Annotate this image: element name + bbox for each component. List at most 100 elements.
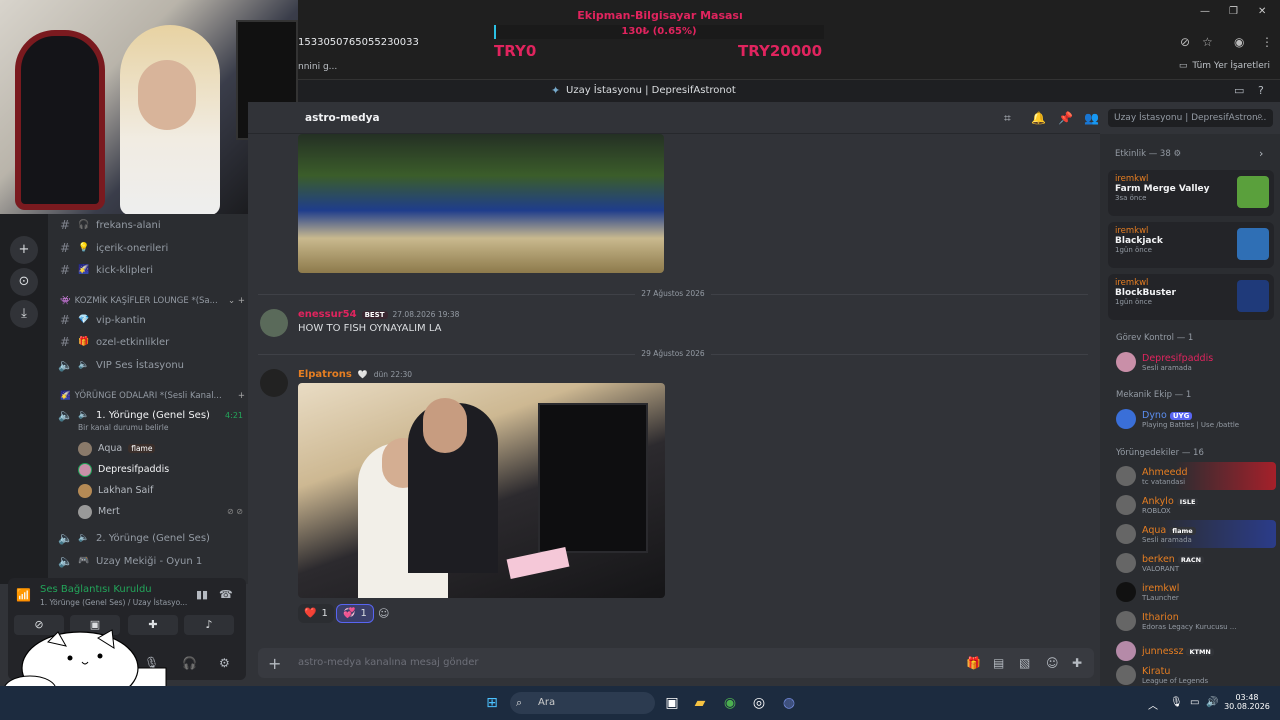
member-row[interactable]: iremkwl TLauncher (1108, 578, 1276, 606)
avatar (78, 483, 92, 498)
message-author[interactable]: Elpatrons (298, 369, 352, 380)
avatar[interactable] (260, 369, 288, 397)
help-icon[interactable]: ? (1258, 84, 1264, 97)
avatar (1116, 665, 1136, 685)
tray-mic-icon[interactable]: 🎙 (1170, 697, 1183, 708)
message-input[interactable]: astro-medya kanalına mesaj gönder (298, 657, 479, 668)
voice-channel-active[interactable]: 🔈 🔈 1. Yörünge (Genel Ses) 4:21 (58, 405, 243, 425)
restore-icon[interactable]: ❐ (1229, 6, 1238, 17)
noise-suppression-icon[interactable]: ▮▮ (196, 588, 208, 601)
voice-user[interactable]: Mert ⊘ ⊘ (78, 502, 243, 521)
emoji-icon[interactable]: ☺ (1046, 656, 1059, 670)
photo-attachment[interactable] (298, 383, 665, 598)
profile-icon[interactable]: ◉ (1234, 35, 1244, 49)
category-yorunge[interactable]: 🌠 YÖRÜNGE ODALARI *(Sesli Kanal... + (60, 391, 245, 401)
category-icon: 🌠 (60, 391, 71, 401)
category-kozmik[interactable]: 👾 KOZMİK KAŞİFLER LOUNGE *(Sa... ⌄ + (60, 296, 245, 306)
chevron-right-icon[interactable]: › (1259, 147, 1263, 160)
file-explorer-icon[interactable]: ▰ (691, 694, 709, 712)
voice-user[interactable]: Depresifpaddis (78, 460, 243, 479)
inbox-icon[interactable]: ▭ (1234, 84, 1244, 97)
member-row[interactable]: junnessz KTMN (1108, 637, 1276, 665)
url-text[interactable]: 1533050765055230033 (298, 37, 419, 48)
member-name: Ankylo (1142, 495, 1174, 507)
close-icon[interactable]: ✕ (1258, 6, 1266, 17)
add-server-icon[interactable]: + (10, 236, 38, 264)
apps-icon[interactable]: ✚ (1072, 656, 1082, 670)
member-row[interactable]: Dyno UYG Playing Battles | Use /battle (1108, 405, 1276, 433)
headphones-icon[interactable]: 🎧 (182, 656, 197, 670)
activity-when: 3sa önce (1115, 194, 1147, 202)
channel-icerik[interactable]: # 💡 içerik-onerileri (58, 238, 243, 258)
member-row[interactable]: Ahmeedd tc vatandasi (1108, 462, 1276, 490)
eye-off-icon[interactable]: ⊘ (1180, 35, 1190, 49)
reaction-hearts[interactable]: 💞 1 (336, 604, 374, 623)
voice-channel[interactable]: 🔈 🎮 Uzay Mekiği - Oyun 1 (58, 551, 243, 571)
tray-volume-icon[interactable]: 🔊 (1206, 697, 1218, 708)
soundboard-button[interactable]: ♪ (184, 615, 234, 635)
obs-icon[interactable]: ◎ (750, 694, 768, 712)
channel-emoji: 💡 (78, 243, 90, 253)
date-divider-label: 27 Ağustos 2026 (258, 289, 1088, 298)
threads-icon[interactable]: ⌗ (1004, 111, 1011, 126)
windows-start-icon[interactable]: ⊞ (483, 694, 501, 712)
reaction-heart[interactable]: ❤️ 1 (298, 604, 334, 623)
gift-icon[interactable]: 🎁 (966, 656, 981, 670)
member-row[interactable]: berken RACN VALORANT (1108, 549, 1276, 577)
tray-network-icon[interactable]: ▭ (1190, 697, 1199, 708)
avatar (78, 504, 92, 519)
bell-icon[interactable]: 🔔 (1031, 111, 1046, 125)
gif-icon[interactable]: ▤ (993, 656, 1004, 670)
taskbar-search[interactable]: Ara (510, 692, 655, 714)
add-reaction-icon[interactable]: ☺ (378, 607, 389, 620)
channel-ozel[interactable]: # 🎁 ozel-etkinlikler (58, 332, 243, 352)
search-input[interactable]: Uzay İstasyonu | DepresifAstron... (1108, 109, 1273, 127)
all-bookmarks[interactable]: ▭ Tüm Yer İşaretleri (1179, 61, 1270, 71)
explore-icon[interactable]: ⊙ (10, 268, 38, 296)
member-row[interactable]: Itharion Edoras Legacy Kurucusu ... (1108, 607, 1276, 635)
member-row[interactable]: Kiratu League of Legends (1108, 664, 1276, 686)
hash-icon: # (59, 263, 71, 277)
voice-channel[interactable]: 🔈 🔈 2. Yörünge (Genel Ses) (58, 528, 243, 548)
channel-frekans[interactable]: # 🎧 frekans-alani (58, 215, 243, 235)
voice-connected-subtitle[interactable]: 1. Yörünge (Genel Ses) / Uzay İstasyo... (40, 598, 187, 607)
chrome-icon[interactable]: ◉ (721, 694, 739, 712)
channel-kick[interactable]: # 🌠 kick-klipleri (58, 260, 243, 280)
add-channel-icon[interactable]: ⌄ + (228, 296, 245, 306)
voice-user[interactable]: Aqua flame (78, 439, 243, 458)
member-name: junnessz (1142, 645, 1184, 657)
members-icon[interactable]: 👥 (1084, 111, 1099, 125)
kebab-menu-icon[interactable]: ⋮ (1261, 35, 1273, 49)
signal-icon[interactable]: 📶 (16, 588, 31, 602)
speaker-icon: 🔈 (58, 531, 73, 545)
minecraft-screenshot[interactable] (298, 134, 664, 273)
tray-chevron-icon[interactable]: ︿ (1148, 697, 1158, 712)
clock[interactable]: 03:48 30.08.2026 (1222, 693, 1272, 711)
star-icon[interactable]: ☆ (1202, 35, 1213, 49)
attach-plus-icon[interactable]: + (268, 654, 281, 673)
settings-gear-icon[interactable]: ⚙ (219, 656, 230, 670)
discord-icon[interactable]: ◍ (780, 694, 798, 712)
channel-vip-kantin[interactable]: # 💎 vip-kantin (58, 310, 243, 330)
member-row[interactable]: Aqua flame Sesli aramada (1108, 520, 1276, 548)
member-row[interactable]: Depresifpaddis Sesli aramada (1108, 348, 1276, 376)
voice-user[interactable]: Lakhan Saif (78, 481, 243, 500)
activity-header[interactable]: Etkinlik — 38 ⚙ (1115, 149, 1181, 159)
channel-vip-ses[interactable]: 🔈 🔈 VIP Ses İstasyonu (58, 355, 243, 375)
avatar (1116, 582, 1136, 602)
add-channel-icon[interactable]: + (238, 391, 245, 401)
member-row[interactable]: Ankylo ISLE ROBLOX (1108, 491, 1276, 519)
voice-status-hint[interactable]: Bir kanal durumu belirle (78, 423, 168, 432)
activity-info: iremkwl Farm Merge Valley 3sa önce (1115, 174, 1210, 202)
voice-connected-title[interactable]: Ses Bağlantısı Kuruldu (40, 584, 152, 595)
task-view-icon[interactable]: ▣ (663, 694, 681, 712)
sticker-icon[interactable]: ▧ (1019, 656, 1030, 670)
disconnect-icon[interactable]: ☎ (219, 588, 233, 601)
minimize-icon[interactable]: — (1200, 6, 1210, 17)
pin-icon[interactable]: 📌 (1058, 111, 1073, 125)
message-author[interactable]: enessur54 (298, 309, 357, 320)
avatar[interactable] (260, 309, 288, 337)
folder-icon: ▭ (1178, 61, 1188, 71)
download-icon[interactable]: ⤓ (10, 300, 38, 328)
bookmark-item[interactable]: nnini g... (298, 62, 337, 72)
